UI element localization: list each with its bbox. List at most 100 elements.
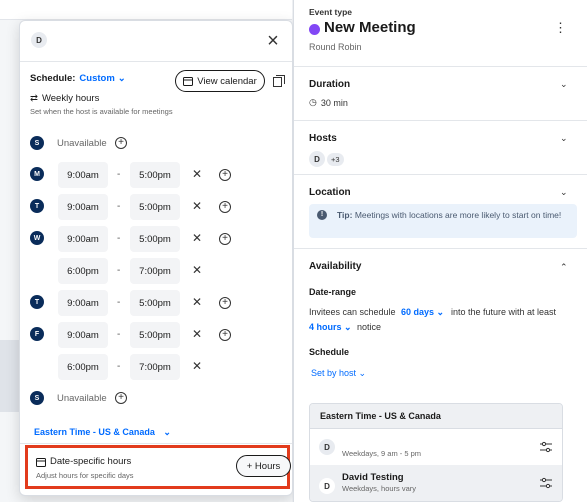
future-text: into the future with at least [451, 307, 557, 317]
date-specific-title: Date-specific hours [50, 456, 132, 467]
add-hours-button[interactable]: + Hours [236, 455, 291, 477]
meeting-title: New Meeting [324, 19, 416, 36]
start-time-field[interactable]: 9:00am [58, 290, 108, 316]
tip-label: Tip: [337, 210, 353, 220]
view-calendar-button[interactable]: View calendar [175, 70, 265, 92]
range-dash: - [117, 169, 121, 180]
day-badge: W [30, 231, 44, 245]
end-time-field[interactable]: 5:00pm [130, 290, 180, 316]
start-time-field[interactable]: 9:00am [58, 322, 108, 348]
weekly-hours-label: Weekly hours [41, 93, 100, 104]
chevron-down-icon: ⌄ [560, 79, 568, 89]
invitees-text: Invitees can schedule [309, 307, 396, 317]
remove-interval-icon[interactable]: ✕ [192, 199, 202, 213]
days-value: 60 days [401, 307, 435, 317]
adjust-icon[interactable] [540, 441, 552, 453]
end-time-field[interactable]: 5:00pm [130, 226, 180, 252]
meeting-type: Round Robin [309, 42, 362, 52]
end-time-field[interactable]: 5:00pm [130, 162, 180, 188]
remove-interval-icon[interactable]: ✕ [192, 295, 202, 309]
unavailable-label: Unavailable [57, 138, 107, 149]
add-interval-icon[interactable]: + [115, 137, 127, 149]
notice-value: 4 hours [309, 322, 342, 332]
range-dash: - [117, 329, 121, 340]
set-by-host-selector[interactable]: Set by host ⌄ [311, 368, 366, 379]
copy-icon[interactable] [273, 75, 285, 87]
end-time-field[interactable]: 5:00pm [130, 194, 180, 220]
day-row-tuesday: T [30, 194, 44, 218]
remove-interval-icon[interactable]: ✕ [192, 231, 202, 245]
date-specific-sub: Adjust hours for specific days [36, 471, 134, 480]
chevron-down-icon: ⌄ [117, 73, 126, 84]
host-schedule-item[interactable]: D David Testing Weekdays, hours vary [310, 465, 562, 501]
end-time-field[interactable]: 5:00pm [130, 322, 180, 348]
day-badge: S [30, 136, 44, 150]
event-settings-panel: Event type New Meeting Round Robin ⋮ Dur… [293, 0, 587, 502]
day-row-thursday: T [30, 290, 44, 314]
weekly-hours-heading: ⇄ Weekly hours [30, 93, 99, 104]
host-schedule-item[interactable]: D Weekdays, 9 am - 5 pm [310, 429, 562, 466]
calendar-icon [36, 457, 46, 467]
set-by-host-value: Set by host [311, 368, 357, 378]
add-interval-icon[interactable]: + [219, 297, 231, 309]
add-interval-icon[interactable]: + [219, 329, 231, 341]
tip-message: Meetings with locations are more likely … [354, 210, 562, 220]
end-time-field[interactable]: 7:00pm [130, 354, 180, 380]
schedule-popup: D × Schedule: Custom ⌄ View calendar ⇄ Wee… [19, 20, 293, 496]
add-interval-icon[interactable]: + [115, 392, 127, 404]
add-interval-icon[interactable]: + [219, 233, 231, 245]
start-time-field[interactable]: 6:00pm [58, 258, 108, 284]
timezone-selector[interactable]: Eastern Time - US & Canada ⌄ [34, 427, 171, 438]
date-specific-heading: Date-specific hours [36, 456, 131, 467]
start-time-field[interactable]: 9:00am [58, 194, 108, 220]
start-time-field[interactable]: 9:00am [58, 162, 108, 188]
day-badge: S [30, 391, 44, 405]
day-row-monday: M [30, 162, 44, 186]
end-time-field[interactable]: 7:00pm [130, 258, 180, 284]
day-badge: T [30, 199, 44, 213]
date-specific-hours-section: Date-specific hours Adjust hours for spe… [25, 445, 291, 489]
add-interval-icon[interactable]: + [219, 201, 231, 213]
day-row-wednesday: W [30, 226, 44, 250]
add-interval-icon[interactable]: + [219, 169, 231, 181]
chevron-down-icon: ⌄ [163, 427, 171, 437]
host-avatar: D [309, 151, 325, 167]
chevron-down-icon: ⌄ [560, 133, 568, 143]
range-dash: - [117, 201, 121, 212]
hosts-label: Hosts [309, 133, 337, 144]
timezone-card: Eastern Time - US & Canada D Weekdays, 9… [309, 403, 563, 502]
hosts-avatars: D +3 [309, 151, 344, 167]
schedule-selector[interactable]: Schedule: Custom ⌄ [30, 73, 126, 84]
location-label: Location [309, 187, 351, 198]
range-dash: - [117, 297, 121, 308]
chevron-up-icon[interactable]: ⌃ [560, 262, 568, 273]
location-tip: ! Tip: Meetings with locations are more … [309, 204, 577, 238]
event-color-dot [309, 24, 320, 35]
day-badge: T [30, 295, 44, 309]
remove-interval-icon[interactable]: ✕ [192, 359, 202, 373]
start-time-field[interactable]: 6:00pm [58, 354, 108, 380]
day-badge: F [30, 327, 44, 341]
remove-interval-icon[interactable]: ✕ [192, 167, 202, 181]
schedule-label: Schedule [309, 347, 350, 357]
notice-selector[interactable]: 4 hours ⌄ [309, 322, 352, 333]
date-range-label: Date-range [309, 287, 357, 297]
duration-section[interactable]: Duration ⌄ [294, 67, 587, 121]
adjust-icon[interactable] [540, 477, 552, 489]
range-dash: - [117, 265, 121, 276]
host-avatar: D [31, 32, 47, 48]
day-badge: M [30, 167, 44, 181]
schedule-value[interactable]: Custom [79, 73, 114, 84]
divider [20, 443, 292, 444]
notice-text: notice [357, 322, 382, 332]
clock-icon: ◷ [309, 97, 317, 107]
remove-interval-icon[interactable]: ✕ [192, 327, 202, 341]
weekly-hours-sub: Set when the host is available for meeti… [30, 107, 173, 116]
close-icon[interactable]: × [264, 31, 282, 51]
host-schedule-desc: Weekdays, hours vary [342, 484, 417, 493]
start-time-field[interactable]: 9:00am [58, 226, 108, 252]
repeat-icon: ⇄ [30, 93, 38, 104]
remove-interval-icon[interactable]: ✕ [192, 263, 202, 277]
days-selector[interactable]: 60 days ⌄ [401, 307, 444, 318]
more-options-icon[interactable]: ⋮ [554, 20, 567, 36]
